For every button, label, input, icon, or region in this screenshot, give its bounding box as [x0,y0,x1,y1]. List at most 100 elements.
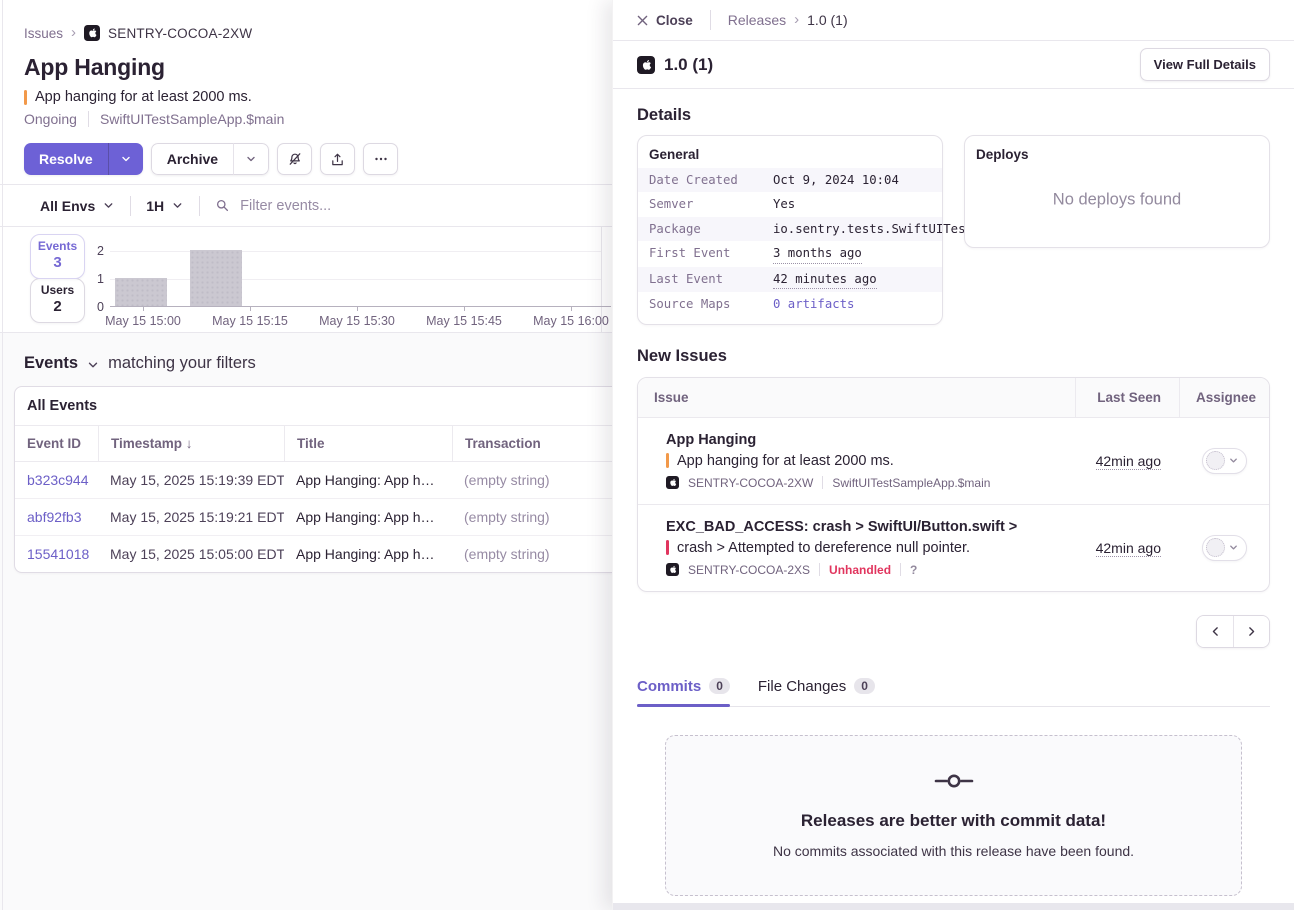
issue-title-link[interactable]: EXC_BAD_ACCESS: crash > SwiftUI/Button.s… [666,519,1065,535]
issue-last-seen: 42min ago [1075,453,1179,469]
issue-summary: EXC_BAD_ACCESS: crash > SwiftUI/Button.s… [638,505,1075,591]
detail-label: Date Created [649,171,773,189]
event-transaction: (empty string) [452,536,612,572]
help-icon[interactable]: ? [910,563,917,577]
details-heading: Details [637,106,1270,125]
share-button[interactable] [320,143,355,175]
event-timestamp: May 15, 2025 15:19:21 EDT [98,499,284,535]
new-issue-row: App Hanging App hanging for at least 200… [638,417,1269,504]
events-stat-value: 3 [31,254,84,271]
chevron-down-icon [171,199,184,212]
issue-meta-row: Ongoing SwiftUITestSampleApp.$main [24,111,612,127]
unhandled-badge: Unhandled [829,563,891,577]
filter-events-input[interactable] [240,198,540,214]
x-tick [357,307,358,311]
divider [822,476,823,489]
x-axis [110,306,611,307]
events-stat-label: Events [31,239,84,253]
users-stat-toggle[interactable]: Users 2 [30,278,85,323]
x-tick-label: May 15 15:15 [205,314,295,328]
chevron-down-icon [245,153,257,165]
event-timestamp: May 15, 2025 15:05:00 EDT [98,536,284,572]
issue-title-link[interactable]: App Hanging [666,432,1065,448]
issue-message: App hanging for at least 2000 ms. [35,89,252,105]
issue-message-row: App hanging for at least 2000 ms. [24,89,612,105]
assignee-dropdown[interactable] [1202,448,1247,474]
column-header-timestamp[interactable]: Timestamp ↓ [98,426,284,461]
chevron-right-icon [1245,625,1258,638]
issues-pagination [637,615,1270,648]
error-level-bar [666,453,669,468]
detail-label: Last Event [649,270,773,289]
events-list-section: Events matching your filters All Events … [0,332,612,910]
y-tick-label: 0 [84,300,104,314]
resolve-button[interactable]: Resolve [24,143,108,175]
event-title: App Hanging: App hanging for at least 20… [284,536,452,572]
chart-bar [115,278,167,306]
next-page-button[interactable] [1233,616,1269,647]
view-full-details-button[interactable]: View Full Details [1140,48,1270,81]
all-events-table: All Events Event ID Timestamp ↓ Title Tr… [14,386,612,573]
event-id-link[interactable]: abf92fb3 [15,499,98,535]
event-id-link[interactable]: 15541018 [15,536,98,572]
issue-details-page: Issues › SENTRY-COCOA-2XW App Hanging Ap… [0,0,612,910]
new-issues-table-header: Issue Last Seen Assignee [638,378,1269,417]
breadcrumb-short-id[interactable]: SENTRY-COCOA-2XW [108,26,252,41]
events-table-header: Event ID Timestamp ↓ Title Transaction [15,425,612,462]
y-tick-label: 2 [84,244,104,258]
x-tick-label: May 15 15:30 [312,314,402,328]
chevron-down-icon[interactable] [86,358,100,372]
column-header-assignee: Assignee [1179,378,1269,417]
detail-row: Semver Yes [638,192,942,216]
unassigned-avatar [1206,451,1225,470]
gridline [110,251,601,252]
issue-project-id: SENTRY-COCOA-2XW [688,476,813,490]
divider [900,563,901,576]
mute-button[interactable] [277,143,312,175]
event-transaction: (empty string) [452,462,612,498]
events-dropdown-label[interactable]: Events [24,354,78,373]
panel-top-bar: Close Releases › 1.0 (1) [613,0,1294,41]
time-range-filter[interactable]: 1H [146,198,184,214]
event-chart-section: Events 3 Users 2 2 1 0 May 15 15:00 May … [0,227,612,332]
detail-row: Source Maps 0 artifacts [638,292,942,316]
x-tick [250,307,251,311]
resolve-dropdown-button[interactable] [108,143,143,175]
previous-page-button[interactable] [1197,616,1233,647]
events-stat-toggle[interactable]: Events 3 [30,234,85,279]
archive-button[interactable]: Archive [151,143,234,175]
detail-value: Yes [773,195,931,213]
close-icon [637,15,648,26]
resolve-split-button: Resolve [24,143,143,175]
event-search [215,198,612,214]
general-card-title: General [638,146,942,168]
divider [130,196,131,216]
breadcrumb-issues-link[interactable]: Issues [24,26,63,41]
x-tick [571,307,572,311]
source-maps-link[interactable]: 0 artifacts [773,295,931,313]
archive-dropdown-button[interactable] [234,143,269,175]
event-id-link[interactable]: b323c944 [15,462,98,498]
close-panel-button[interactable]: Close [637,13,693,28]
chevron-down-icon [1228,542,1239,553]
empty-state-title: Releases are better with commit data! [801,811,1106,831]
issue-last-seen: 42min ago [1075,540,1179,556]
divider [88,111,89,127]
tab-commits[interactable]: Commits 0 [637,678,730,706]
divider [199,196,200,216]
more-actions-button[interactable] [363,143,398,175]
event-transaction: (empty string) [452,499,612,535]
general-card: General Date Created Oct 9, 2024 10:04 S… [637,135,943,325]
users-stat-label: Users [31,283,84,297]
assignee-dropdown[interactable] [1202,535,1247,561]
error-level-bar [666,540,669,555]
events-heading: Events matching your filters [24,354,612,373]
bell-slash-icon [287,151,303,167]
column-header-event-id: Event ID [15,426,98,461]
error-level-bar [24,90,27,105]
environment-filter[interactable]: All Envs [40,198,115,214]
deploys-card-title: Deploys [976,147,1258,162]
tab-file-changes[interactable]: File Changes 0 [758,678,875,706]
breadcrumb-releases-link[interactable]: Releases [728,12,786,28]
apple-project-icon [666,563,679,576]
